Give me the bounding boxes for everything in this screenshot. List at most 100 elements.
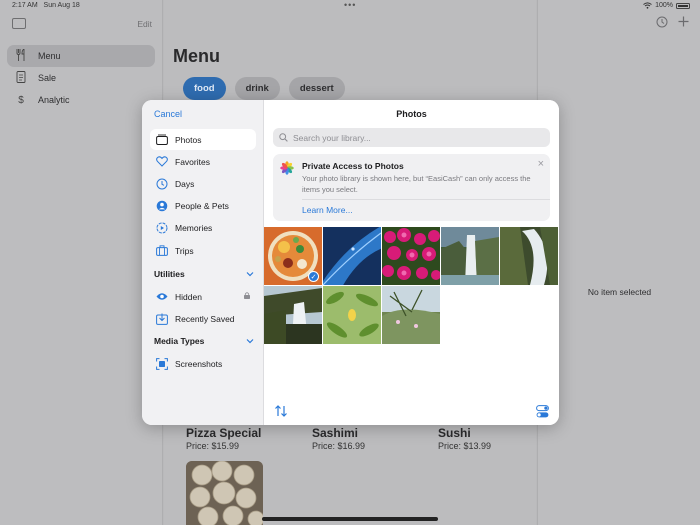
picker-sidebar: Cancel Photos Favorites Days People & Pe… — [142, 100, 264, 425]
photo-picker-sheet: Cancel Photos Favorites Days People & Pe… — [142, 100, 559, 425]
sort-icon[interactable] — [274, 405, 288, 417]
sidebar-toggle-icon[interactable] — [12, 18, 26, 29]
photo-thumbnail[interactable] — [323, 227, 381, 285]
person-icon — [155, 199, 168, 212]
menu-item-price: Price: $15.99 — [186, 441, 240, 451]
screenshot-icon — [155, 357, 168, 370]
photo-thumbnail[interactable] — [382, 286, 440, 344]
heart-icon — [155, 155, 168, 168]
search-icon — [279, 133, 288, 142]
clock-icon — [155, 177, 168, 190]
empty-state-text: No item selected — [587, 287, 652, 297]
history-icon[interactable] — [656, 16, 668, 28]
section-label: Utilities — [154, 269, 185, 279]
battery-percent: 100% — [655, 2, 673, 9]
menu-item-name: Pizza Special — [186, 426, 262, 440]
photo-thumbnail[interactable]: ✓ — [264, 227, 322, 285]
photo-thumbnail[interactable] — [382, 227, 440, 285]
sidebar-item-menu[interactable]: Menu — [7, 45, 155, 67]
cancel-button[interactable]: Cancel — [154, 109, 182, 119]
add-icon[interactable] — [678, 16, 689, 27]
suitcase-icon — [155, 244, 168, 257]
battery-icon — [676, 2, 690, 9]
sidebar-item-analytic[interactable]: $ Analytic — [7, 89, 155, 111]
eye-icon — [155, 290, 168, 303]
download-icon — [155, 312, 168, 325]
learn-more-link[interactable]: Learn More... — [302, 205, 353, 215]
menu-item-card[interactable]: Pizza Special Price: $15.99 — [186, 426, 261, 451]
picker-main: Photos Private Access to Photos Your p — [264, 100, 559, 425]
menu-item-name: Sashimi — [312, 426, 359, 440]
section-label: Media Types — [154, 336, 205, 346]
fork-knife-icon — [14, 47, 28, 64]
wifi-icon — [643, 2, 652, 9]
dollar-icon: $ — [18, 94, 24, 106]
menu-item-price: Price: $16.99 — [312, 441, 366, 451]
filter-toggle-icon[interactable] — [536, 405, 549, 418]
photo-thumbnail[interactable] — [323, 286, 381, 344]
picker-item-hidden[interactable]: Hidden — [150, 286, 256, 307]
sidebar-item-sale[interactable]: Sale — [7, 67, 155, 89]
picker-item-label: Favorites — [175, 156, 210, 167]
menu-item-card[interactable]: Sashimi Price: $16.99 — [312, 426, 365, 451]
picker-title: Photos — [396, 109, 427, 119]
home-indicator[interactable] — [262, 517, 438, 521]
multitask-dots-icon[interactable]: ••• — [344, 0, 356, 10]
selected-check-icon: ✓ — [308, 271, 319, 282]
photos-app-icon — [280, 161, 294, 175]
picker-item-label: Hidden — [175, 291, 202, 302]
notice-title: Private Access to Photos — [302, 161, 404, 171]
picker-item-label: Memories — [175, 222, 213, 233]
notice-divider — [302, 199, 550, 200]
notice-text: Your photo library is shown here, but “E… — [302, 174, 531, 194]
photos-icon — [155, 133, 168, 146]
receipt-icon — [14, 70, 28, 86]
picker-item-label: People & Pets — [175, 200, 229, 211]
picker-item-screenshots[interactable]: Screenshots — [150, 353, 256, 374]
chip-food[interactable]: food — [183, 77, 226, 100]
picker-item-label: Days — [175, 178, 195, 189]
detail-pane: No item selected — [537, 0, 700, 525]
chip-drink[interactable]: drink — [234, 77, 280, 100]
detail-toolbar — [656, 16, 689, 28]
section-media-types[interactable]: Media Types — [154, 336, 254, 346]
dumplings-image[interactable] — [186, 461, 263, 525]
menu-item-card[interactable]: Sushi Price: $13.99 — [438, 426, 491, 451]
picker-item-photos[interactable]: Photos — [150, 129, 256, 150]
page-title: Menu — [173, 46, 220, 66]
picker-item-label: Trips — [175, 245, 194, 256]
close-icon[interactable]: × — [538, 158, 544, 170]
edit-button[interactable]: Edit — [137, 19, 152, 29]
sidebar-item-label: Menu — [38, 51, 61, 61]
picker-item-favorites[interactable]: Favorites — [150, 151, 256, 172]
picker-item-recently-saved[interactable]: Recently Saved — [150, 308, 256, 329]
sidebar: Edit Menu Sale $ Analytic — [0, 0, 163, 525]
picker-item-people-pets[interactable]: People & Pets — [150, 195, 256, 216]
menu-item-price: Price: $13.99 — [438, 441, 492, 451]
menu-item-name: Sushi — [438, 426, 471, 440]
memories-icon — [155, 221, 168, 234]
picker-item-label: Photos — [175, 134, 202, 145]
private-access-notice: Private Access to Photos Your photo libr… — [273, 154, 550, 221]
status-time: 2:17 AM Sun Aug 18 — [12, 2, 80, 9]
photo-thumbnail[interactable] — [500, 227, 558, 285]
status-bar: 2:17 AM Sun Aug 18 ••• 100% — [0, 0, 700, 12]
picker-item-memories[interactable]: Memories — [150, 217, 256, 238]
picker-item-label: Recently Saved — [175, 313, 235, 324]
photo-thumbnail[interactable] — [264, 286, 322, 344]
picker-item-days[interactable]: Days — [150, 173, 256, 194]
chevron-down-icon[interactable] — [246, 336, 254, 346]
category-chips: food drink dessert — [183, 77, 345, 100]
photo-thumbnail[interactable] — [441, 227, 499, 285]
picker-item-label: Screenshots — [175, 358, 223, 369]
chevron-down-icon[interactable] — [246, 269, 254, 279]
section-utilities[interactable]: Utilities — [154, 269, 254, 279]
lock-icon — [244, 292, 250, 299]
search-bar[interactable] — [273, 128, 550, 147]
chip-dessert[interactable]: dessert — [288, 77, 345, 100]
status-right: 100% — [643, 2, 690, 9]
sidebar-item-label: Sale — [38, 73, 57, 83]
search-input[interactable] — [293, 132, 533, 143]
sidebar-item-label: Analytic — [38, 95, 70, 105]
picker-item-trips[interactable]: Trips — [150, 240, 256, 261]
